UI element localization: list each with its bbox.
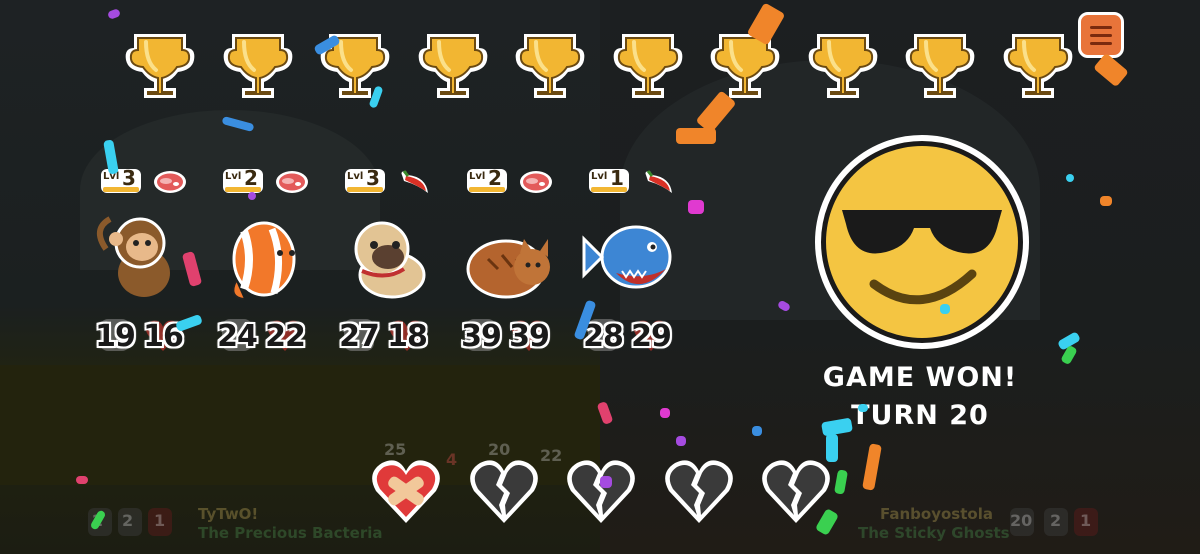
level-badge: Lvl 1 <box>588 165 634 199</box>
health-value: 39 <box>509 319 550 354</box>
trophy-icon <box>610 26 686 104</box>
background-stat: 22 <box>540 446 563 465</box>
footer-left-value: 2 <box>122 511 134 530</box>
level-label: Lvl <box>347 171 364 182</box>
confetti-piece <box>600 476 612 488</box>
footer-right-value: 20 <box>1010 511 1033 530</box>
trophy-icon <box>220 26 296 104</box>
footer-right-value: 2 <box>1050 511 1062 530</box>
background-stat: 25 <box>384 440 407 459</box>
confetti-piece <box>1100 196 1112 206</box>
health-stat: 39 <box>508 315 550 355</box>
confetti-piece <box>660 408 670 418</box>
health-value: 18 <box>387 319 428 354</box>
confetti-piece <box>688 200 704 214</box>
hamburger-menu-icon <box>1090 25 1112 29</box>
level-label: Lvl <box>469 171 486 182</box>
pet-card-cat[interactable]: Lvl 2 39 39 <box>461 165 576 355</box>
steak-icon <box>276 171 308 193</box>
chili-icon <box>401 170 428 193</box>
level-value: 2 <box>488 166 502 190</box>
broken-heart-icon <box>661 455 737 527</box>
level-badge: Lvl 3 <box>100 165 146 199</box>
sunglasses-face-icon <box>815 135 1029 349</box>
footer-right-value: 1 <box>1080 511 1092 530</box>
health-stat: 22 <box>264 315 306 355</box>
pug-icon <box>354 221 426 299</box>
attack-stat: 39 <box>460 315 502 355</box>
level-badge: Lvl 2 <box>222 165 268 199</box>
level-value: 2 <box>244 166 258 190</box>
confetti-piece <box>940 304 950 314</box>
attack-stat: 27 <box>338 315 380 355</box>
trophy-icon <box>512 26 588 104</box>
footer-left-value: 1 <box>154 511 166 530</box>
attack-stat: 19 <box>94 315 136 355</box>
trophy-icon <box>1000 26 1076 104</box>
confetti-piece <box>826 434 838 462</box>
health-value: 22 <box>265 319 306 354</box>
attack-value: 27 <box>339 319 380 354</box>
cat-icon <box>466 239 550 299</box>
confetti-piece <box>858 404 868 412</box>
level-badge: Lvl 3 <box>344 165 390 199</box>
trophy-icon <box>122 26 198 104</box>
confetti-piece <box>76 476 88 484</box>
result-title: GAME WON! <box>822 362 1018 393</box>
level-value: 3 <box>122 166 136 190</box>
confetti-piece <box>1066 174 1074 182</box>
trophy-icon <box>805 26 881 104</box>
level-value: 1 <box>610 166 624 190</box>
health-stat: 18 <box>386 315 428 355</box>
footer-right-player: Fanboyostola <box>880 505 993 523</box>
background-stat: 4 <box>446 450 458 469</box>
steak-icon <box>520 171 552 193</box>
footer-left-team: The Precious Bacteria <box>198 524 383 542</box>
confetti-piece <box>676 436 686 446</box>
menu-button[interactable] <box>1078 12 1124 58</box>
attack-value: 24 <box>217 319 258 354</box>
trophy-icon <box>902 26 978 104</box>
pet-card-pug[interactable]: Lvl 3 27 18 <box>339 165 454 355</box>
level-value: 3 <box>366 166 380 190</box>
attack-value: 19 <box>95 319 136 354</box>
piranha-icon <box>582 225 672 289</box>
level-label: Lvl <box>225 171 242 182</box>
confetti-piece <box>752 426 762 436</box>
confetti-piece <box>248 192 256 200</box>
health-value: 29 <box>631 319 672 354</box>
pet-card-piranha[interactable]: Lvl 1 28 29 <box>582 165 698 355</box>
attack-value: 39 <box>461 319 502 354</box>
attack-stat: 24 <box>216 315 258 355</box>
footer-right-team: The Sticky Ghosts <box>858 524 1010 542</box>
footer-left-player: TyTwO! <box>198 505 259 523</box>
broken-heart-icon <box>466 455 542 527</box>
level-badge: Lvl 2 <box>466 165 512 199</box>
background-stat: 20 <box>488 440 511 459</box>
broken-heart-icon <box>563 455 639 527</box>
bandaged-heart-icon <box>368 455 444 527</box>
level-label: Lvl <box>591 171 608 182</box>
clownfish-icon <box>232 221 296 300</box>
monkey-icon <box>97 216 170 297</box>
pet-card-clownfish[interactable]: Lvl 2 24 22 <box>217 165 332 355</box>
health-stat: 29 <box>630 315 672 355</box>
steak-icon <box>154 171 186 193</box>
trophy-icon <box>415 26 491 104</box>
chili-icon <box>645 170 672 193</box>
